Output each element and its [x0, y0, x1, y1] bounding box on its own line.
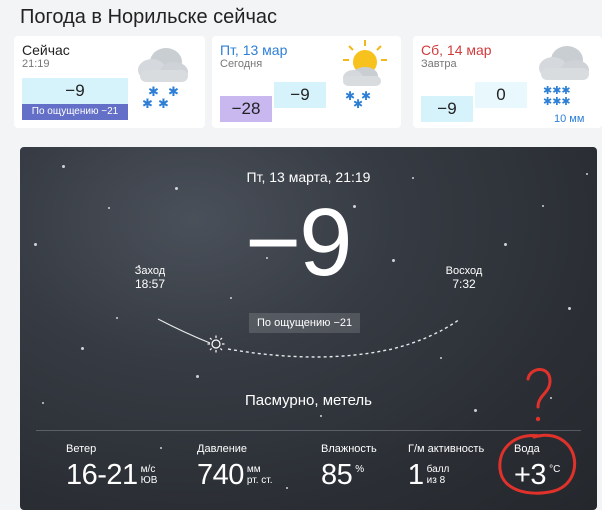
svg-text:✱✱✱: ✱✱✱	[543, 95, 571, 108]
sun-cloud-snow-icon: ✱ ✱ ✱	[337, 38, 397, 113]
wind-unit: м/с	[140, 464, 156, 475]
svg-text:✱: ✱	[353, 97, 363, 108]
humidity-value: 85	[321, 459, 353, 491]
water-value: +3	[514, 459, 547, 491]
humidity-stat: Влажность 85 %	[321, 443, 377, 490]
current-weather-panel: Пт, 13 марта, 21:19 −9 По ощущению −21 З…	[20, 147, 597, 510]
sun-position-icon	[207, 335, 225, 358]
now-time: 21:19	[22, 58, 50, 70]
pressure-stat: Давление 740 мм рт. ст.	[197, 443, 273, 490]
wind-direction: ЮВ	[140, 475, 158, 486]
page-title: Погода в Норильске сейчас	[20, 6, 278, 28]
humidity-unit: %	[355, 464, 365, 475]
tomorrow-night-temp: −9	[421, 96, 473, 122]
pressure-value: 740	[197, 459, 244, 491]
now-card[interactable]: Сейчас 21:19 −9 По ощущению −21 ✱ ✱ ✱ ✱	[14, 36, 205, 128]
water-stat: Вода +3 °C	[514, 443, 560, 490]
today-card[interactable]: Пт, 13 мар Сегодня −28 −9 ✱ ✱ ✱	[212, 36, 401, 128]
geomagnetic-unit: балл	[426, 464, 450, 475]
wind-value: 16-21	[66, 459, 138, 491]
svg-text:✱: ✱	[168, 85, 179, 100]
water-label: Вода	[514, 443, 540, 455]
tomorrow-card[interactable]: Сб, 14 мар Завтра −9 0 ✱✱✱ ✱✱✱ 10 мм	[413, 36, 602, 128]
tomorrow-precip: 10 мм	[554, 113, 585, 125]
tomorrow-label: Сб, 14 мар	[421, 42, 492, 58]
today-night-temp: −28	[220, 96, 272, 122]
stats-divider	[36, 430, 581, 431]
water-unit: °C	[549, 464, 561, 475]
svg-text:✱: ✱	[158, 97, 169, 110]
wind-label: Ветер	[66, 443, 97, 455]
today-sub: Сегодня	[220, 58, 263, 70]
geomagnetic-label: Г/м активность	[408, 443, 485, 455]
pressure-unit-sub: рт. ст.	[246, 475, 273, 486]
geomagnetic-scale: из 8	[426, 475, 446, 486]
geomagnetic-stat: Г/м активность 1 балл из 8	[408, 443, 484, 490]
tomorrow-sub: Завтра	[421, 58, 457, 70]
humidity-label: Влажность	[321, 443, 377, 455]
weather-condition: Пасмурно, метель	[244, 392, 372, 409]
svg-text:✱: ✱	[142, 97, 153, 110]
wind-stat: Ветер 16-21 м/с ЮВ	[66, 443, 157, 490]
geomagnetic-value: 1	[408, 459, 424, 491]
now-temp: −9	[22, 78, 128, 104]
today-day-temp: −9	[274, 82, 326, 108]
now-feels-like: По ощущению −21	[22, 104, 128, 120]
pressure-unit: мм	[246, 464, 261, 475]
today-label: Пт, 13 мар	[220, 42, 288, 58]
now-label: Сейчас	[22, 42, 70, 58]
pressure-label: Давление	[197, 443, 248, 455]
cloud-snow-icon: ✱ ✱ ✱ ✱	[134, 44, 194, 115]
sun-path-arc	[157, 318, 461, 358]
cloud-heavy-snow-icon: ✱✱✱ ✱✱✱	[535, 42, 595, 113]
tomorrow-day-temp: 0	[475, 82, 527, 108]
